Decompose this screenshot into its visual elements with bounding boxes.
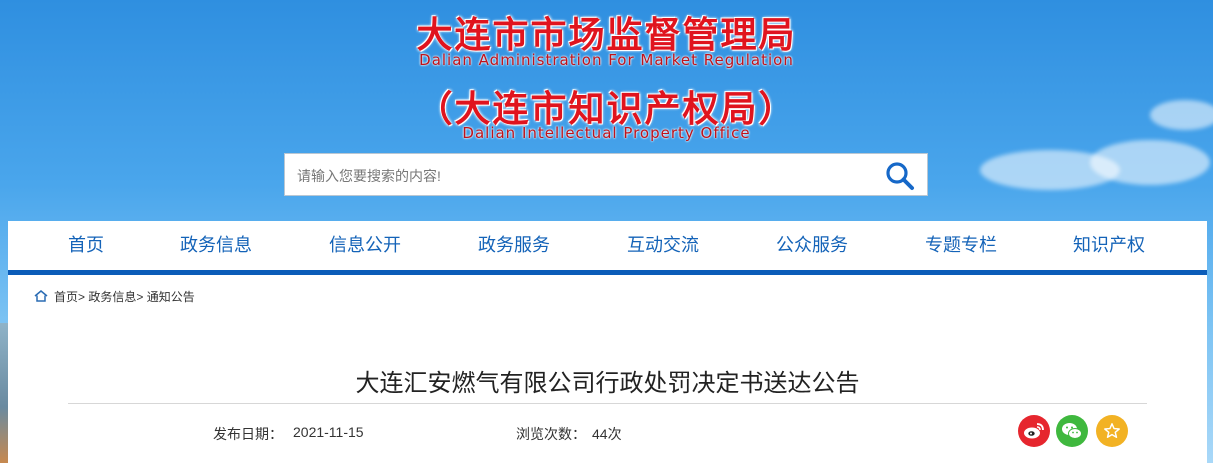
share-wechat-button[interactable] xyxy=(1056,415,1088,447)
title-divider xyxy=(68,403,1147,404)
share-weibo-button[interactable] xyxy=(1018,415,1050,447)
publish-date-label: 发布日期： xyxy=(213,426,283,442)
weibo-icon xyxy=(1024,423,1044,439)
nav-item-info-disclosure[interactable]: 信息公开 xyxy=(320,221,410,270)
search-button[interactable] xyxy=(885,161,915,191)
site-header: 大连市市场监督管理局 Dalian Administration For Mar… xyxy=(0,0,1213,150)
breadcrumb-current[interactable]: 通知公告 xyxy=(147,288,195,305)
publish-date-value: 2021-11-15 xyxy=(293,424,364,440)
favorite-button[interactable] xyxy=(1096,415,1128,447)
article-panel: 首页> 政务信息> 通知公告 大连汇安燃气有限公司行政处罚决定书送达公告 发布日… xyxy=(8,275,1207,463)
wechat-icon xyxy=(1062,423,1082,439)
nav-item-gov-services[interactable]: 政务服务 xyxy=(469,221,559,270)
main-nav: 首页 政务信息 信息公开 政务服务 互动交流 公众服务 专题专栏 知识产权 xyxy=(8,221,1207,275)
search-bar xyxy=(284,153,928,197)
nav-item-gov-info[interactable]: 政务信息 xyxy=(171,221,261,270)
views-value: 44次 xyxy=(592,426,622,442)
breadcrumb-home[interactable]: 首页> xyxy=(54,288,85,305)
breadcrumb: 首页> 政务信息> 通知公告 xyxy=(34,288,195,304)
home-icon xyxy=(34,290,48,302)
site-title-en: Dalian Administration For Market Regulat… xyxy=(419,51,794,69)
breadcrumb-gov-info[interactable]: 政务信息> xyxy=(88,288,143,305)
search-icon xyxy=(886,162,914,190)
nav-item-interaction[interactable]: 互动交流 xyxy=(618,221,708,270)
nav-item-home[interactable]: 首页 xyxy=(46,221,126,270)
site-subtitle-en: Dalian Intellectual Property Office xyxy=(462,124,751,142)
views-label: 浏览次数： xyxy=(516,426,586,442)
nav-item-special-topics[interactable]: 专题专栏 xyxy=(916,221,1006,270)
star-icon xyxy=(1104,423,1120,439)
article-title: 大连汇安燃气有限公司行政处罚决定书送达公告 xyxy=(355,370,860,397)
search-input[interactable] xyxy=(295,154,859,197)
nav-item-ip[interactable]: 知识产权 xyxy=(1064,221,1154,270)
nav-item-public-services[interactable]: 公众服务 xyxy=(767,221,857,270)
